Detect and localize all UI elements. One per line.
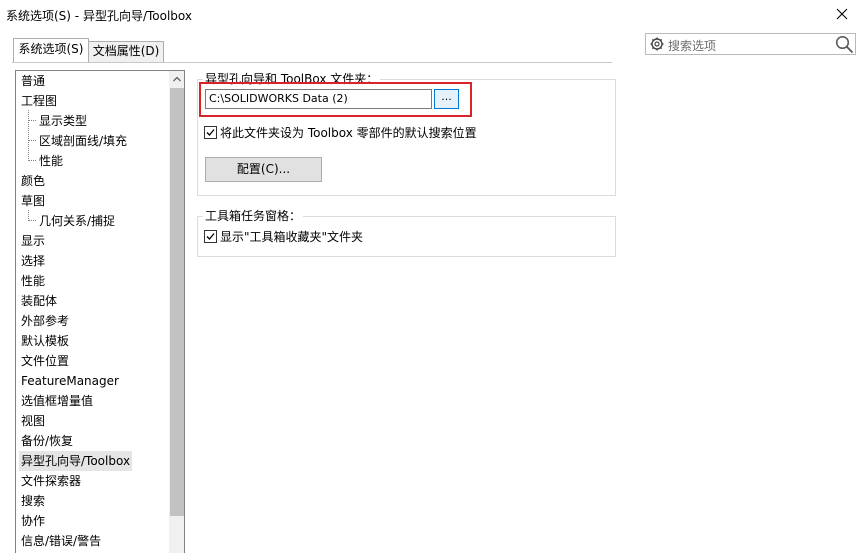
tree-item-performance[interactable]: 性能: [21, 271, 45, 291]
tree-item-sketch[interactable]: 草图: [21, 191, 45, 211]
tree-item-spin-box-increments[interactable]: 选值框增量值: [21, 391, 93, 411]
checkmark-icon: [206, 233, 215, 240]
tree-item-search[interactable]: 搜索: [21, 491, 45, 511]
tree-connector: [28, 110, 30, 161]
highlight-annotation: [199, 82, 472, 117]
tab-document-properties[interactable]: 文档属性(D): [89, 41, 164, 62]
close-icon: [836, 8, 848, 20]
default-search-location-label: 将此文件夹设为 Toolbox 零部件的默认搜索位置: [220, 126, 477, 140]
show-favorites-checkbox[interactable]: [204, 230, 217, 243]
tree-item-file-explorer[interactable]: 文件探索器: [21, 471, 81, 491]
search-options-box[interactable]: 搜索选项: [645, 33, 856, 55]
tree-item-view[interactable]: 视图: [21, 411, 45, 431]
search-icon[interactable]: [835, 35, 854, 54]
tree-item-area-hatch[interactable]: 区域剖面线/填充: [39, 131, 127, 151]
tree-item-general[interactable]: 普通: [21, 71, 45, 91]
title-bar: 系统选项(S) - 异型孔向导/Toolbox: [0, 0, 859, 30]
tree-item-drawings[interactable]: 工程图: [21, 91, 57, 111]
tree-item-messages-errors-warnings[interactable]: 信息/错误/警告: [21, 531, 101, 551]
tree-item-hole-wizard-toolbox[interactable]: 异型孔向导/Toolbox: [19, 451, 133, 471]
checkmark-icon: [206, 129, 215, 136]
gear-icon: [650, 37, 664, 51]
scroll-thumb[interactable]: [170, 88, 184, 516]
tree-item-collaboration[interactable]: 协作: [21, 511, 45, 531]
tree-item-backup-recover[interactable]: 备份/恢复: [21, 431, 73, 451]
window-title: 系统选项(S) - 异型孔向导/Toolbox: [6, 9, 192, 23]
search-input[interactable]: 搜索选项: [668, 37, 716, 54]
task-pane-group-label: 工具箱任务窗格：: [203, 207, 304, 224]
tree-connector: [28, 120, 36, 122]
tree-item-assemblies[interactable]: 装配体: [21, 291, 57, 311]
tree-item-colors[interactable]: 颜色: [21, 171, 45, 191]
tree-item-selection[interactable]: 选择: [21, 251, 45, 271]
tree-item-drawing-performance[interactable]: 性能: [39, 151, 63, 171]
tree-scrollbar[interactable]: [169, 71, 184, 553]
close-button[interactable]: [824, 0, 859, 30]
tree-connector: [28, 160, 36, 162]
tree-item-display-type[interactable]: 显示类型: [39, 111, 87, 131]
tree-connector: [28, 220, 36, 222]
tree-item-featuremanager[interactable]: FeatureManager: [21, 371, 119, 391]
tab-divider: [12, 62, 612, 63]
default-search-location-checkbox[interactable]: [204, 126, 217, 139]
tree-connector: [28, 140, 36, 142]
scroll-up-button[interactable]: [169, 71, 184, 88]
tree-item-display[interactable]: 显示: [21, 231, 45, 251]
options-tree-panel: 普通 工程图 显示类型 区域剖面线/填充 性能 颜色 草图 几何关系/捕捉 显示…: [15, 70, 185, 553]
show-favorites-label: 显示"工具箱收藏夹"文件夹: [220, 230, 364, 244]
tree-item-file-locations[interactable]: 文件位置: [21, 351, 69, 371]
tab-system-options[interactable]: 系统选项(S): [13, 38, 89, 62]
chevron-up-icon: [173, 76, 181, 82]
tree-item-relations-snaps[interactable]: 几何关系/捕捉: [39, 211, 115, 231]
tree-item-default-templates[interactable]: 默认模板: [21, 331, 69, 351]
tree-item-external-references[interactable]: 外部参考: [21, 311, 69, 331]
configure-button[interactable]: 配置(C)...: [205, 157, 322, 182]
